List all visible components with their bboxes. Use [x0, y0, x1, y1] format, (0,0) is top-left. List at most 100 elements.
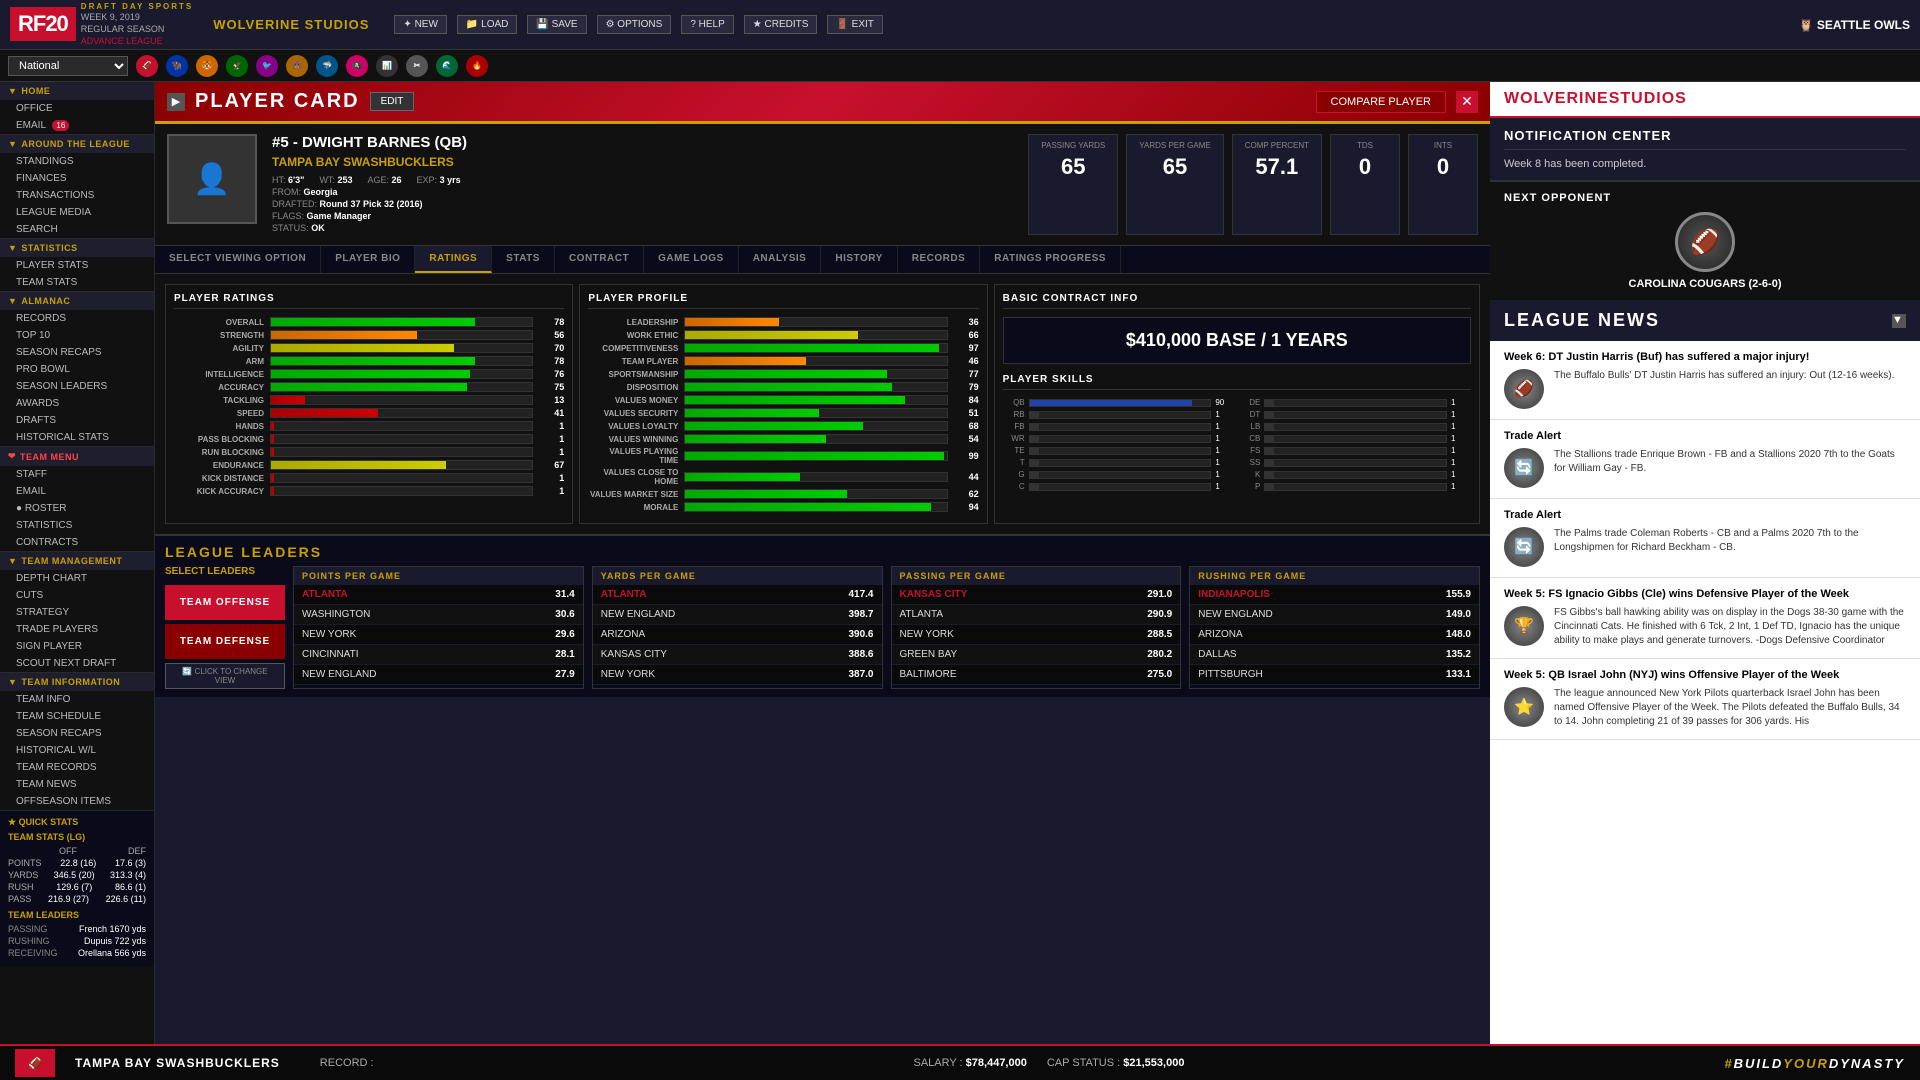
tab-bio[interactable]: PLAYER BIO — [321, 246, 415, 273]
table-row: CINCINNATI 28.1 — [294, 645, 583, 665]
skill-row: CB 1 — [1238, 434, 1471, 443]
logo-area: RF20 DRAFT DAY SPORTS WEEK 9, 2019 REGUL… — [10, 2, 193, 47]
team-icon-2[interactable]: 🦬 — [166, 55, 188, 77]
sidebar-item-offseason[interactable]: OFFSEASON ITEMS — [0, 793, 154, 810]
sidebar-item-transactions[interactable]: TRANSACTIONS — [0, 187, 154, 204]
next-opponent-title: NEXT OPPONENT — [1504, 192, 1906, 204]
options-button[interactable]: ⚙ OPTIONS — [597, 15, 672, 34]
edit-button[interactable]: EDIT — [370, 92, 415, 111]
notification-message: Week 8 has been completed. — [1504, 158, 1906, 170]
team-icon-3[interactable]: 🐯 — [196, 55, 218, 77]
sidebar-item-statistics[interactable]: STATISTICS — [0, 517, 154, 534]
tab-analysis[interactable]: ANALYSIS — [739, 246, 822, 273]
sidebar-team-info-section: ▼ TEAM INFORMATION TEAM INFO TEAM SCHEDU… — [0, 673, 154, 811]
bottom-team-name: TAMPA BAY SWASHBUCKLERS — [75, 1056, 280, 1070]
sidebar-item-drafts[interactable]: DRAFTS — [0, 412, 154, 429]
next-opponent-panel: NEXT OPPONENT 🏈 CAROLINA COUGARS (2-6-0) — [1490, 182, 1920, 300]
sidebar-item-records[interactable]: RECORDS — [0, 310, 154, 327]
tab-progress[interactable]: RATINGS PROGRESS — [980, 246, 1121, 273]
profile-rating-row: LEADERSHIP 36 — [588, 317, 978, 327]
exit-button[interactable]: 🚪 EXIT — [827, 15, 882, 34]
sidebar-item-staff[interactable]: STAFF — [0, 466, 154, 483]
sidebar-item-team-stats[interactable]: TEAM STATS — [0, 274, 154, 291]
tab-viewing[interactable]: SELECT VIEWING OPTION — [155, 246, 321, 273]
sidebar-item-standings[interactable]: STANDINGS — [0, 153, 154, 170]
tab-gamelogs[interactable]: GAME LOGS — [644, 246, 739, 273]
sidebar-item-trade-players[interactable]: TRADE PLAYERS — [0, 621, 154, 638]
load-button[interactable]: 📁 LOAD — [457, 15, 517, 34]
compare-player-button[interactable]: COMPARE PLAYER — [1316, 91, 1446, 113]
sidebar-item-contracts[interactable]: CONTRACTS — [0, 534, 154, 551]
team-icon-7[interactable]: 🦈 — [316, 55, 338, 77]
help-button[interactable]: ? HELP — [681, 15, 733, 34]
sidebar-item-team-email[interactable]: EMAIL — [0, 483, 154, 500]
news-scroll-indicator[interactable]: ▼ — [1892, 314, 1906, 328]
sidebar-item-scout[interactable]: SCOUT NEXT DRAFT — [0, 655, 154, 672]
sidebar-item-depth-chart[interactable]: DEPTH CHART — [0, 570, 154, 587]
tab-stats[interactable]: STATS — [492, 246, 555, 273]
sidebar-item-team-records[interactable]: TEAM RECORDS — [0, 759, 154, 776]
skill-row: C 1 — [1003, 482, 1236, 491]
sidebar-item-season-recaps[interactable]: SEASON RECAPS — [0, 344, 154, 361]
tab-ratings[interactable]: RATINGS — [415, 246, 492, 273]
sidebar-item-hist-wl[interactable]: HISTORICAL W/L — [0, 742, 154, 759]
main-layout: ▼ HOME OFFICE EMAIL 16 ▼ AROUND THE LEAG… — [0, 82, 1920, 1080]
credits-button[interactable]: ★ CREDITS — [744, 15, 818, 34]
sidebar-stats-header[interactable]: ▼ STATISTICS — [0, 239, 154, 257]
change-view-button[interactable]: 🔄 CLICK TO CHANGE VIEW — [165, 663, 285, 689]
skill-row: DE 1 — [1238, 398, 1471, 407]
sidebar-item-roster[interactable]: ● ROSTER — [0, 500, 154, 517]
team-icon-10[interactable]: ✂ — [406, 55, 428, 77]
sidebar-item-season-leaders[interactable]: SEASON LEADERS — [0, 378, 154, 395]
league-bar: National American Conference 🏈 🦬 🐯 🦅 🐦 🐻… — [0, 50, 1920, 82]
sidebar-item-team-schedule[interactable]: TEAM SCHEDULE — [0, 708, 154, 725]
team-offense-button[interactable]: TEAM OFFENSE — [165, 585, 285, 620]
league-leaders-table: PASSING PER GAME KANSAS CITY 291.0 ATLAN… — [891, 566, 1182, 689]
close-card-button[interactable]: ✕ — [1456, 91, 1478, 113]
sidebar-team-menu-header[interactable]: ❤ TEAM MENU — [0, 447, 154, 466]
rating-row: INTELLIGENCE 76 — [174, 369, 564, 379]
app-logo: RF20 — [10, 7, 76, 41]
card-expand-icon[interactable]: ▶ — [167, 93, 185, 111]
sidebar-item-league-media[interactable]: LEAGUE MEDIA — [0, 204, 154, 221]
team-icon-11[interactable]: 🌊 — [436, 55, 458, 77]
sidebar-item-strategy[interactable]: STRATEGY — [0, 604, 154, 621]
sidebar-item-top10[interactable]: TOP 10 — [0, 327, 154, 344]
tab-history[interactable]: HISTORY — [821, 246, 897, 273]
sidebar-item-team-news[interactable]: TEAM NEWS — [0, 776, 154, 793]
sidebar-item-info-recaps[interactable]: SEASON RECAPS — [0, 725, 154, 742]
sidebar-home-header[interactable]: ▼ HOME — [0, 82, 154, 100]
sidebar-item-sign-player[interactable]: SIGN PLAYER — [0, 638, 154, 655]
team-icon-12[interactable]: 🔥 — [466, 55, 488, 77]
team-icon-9[interactable]: 📊 — [376, 55, 398, 77]
sidebar-item-awards[interactable]: AWARDS — [0, 395, 154, 412]
team-icon-6[interactable]: 🐻 — [286, 55, 308, 77]
sidebar-almanac-header[interactable]: ▼ ALMANAC — [0, 292, 154, 310]
team-icon-1[interactable]: 🏈 — [136, 55, 158, 77]
table-row: ARIZONA 390.6 — [593, 625, 882, 645]
news-item: Week 5: FS Ignacio Gibbs (Cle) wins Defe… — [1490, 578, 1920, 659]
tab-records[interactable]: RECORDS — [898, 246, 981, 273]
team-icon-8[interactable]: 🏴‍☠️ — [346, 55, 368, 77]
sidebar-item-office[interactable]: OFFICE — [0, 100, 154, 117]
bottom-logo: 🏈 — [15, 1049, 55, 1077]
new-button[interactable]: ✦ NEW — [394, 15, 447, 34]
sidebar-item-cuts[interactable]: CUTS — [0, 587, 154, 604]
sidebar-team-info-header[interactable]: ▼ TEAM INFORMATION — [0, 673, 154, 691]
sidebar-item-team-info[interactable]: TEAM INFO — [0, 691, 154, 708]
team-icon-4[interactable]: 🦅 — [226, 55, 248, 77]
tab-contract[interactable]: CONTRACT — [555, 246, 644, 273]
sidebar-item-finances[interactable]: FINANCES — [0, 170, 154, 187]
sidebar-league-header[interactable]: ▼ AROUND THE LEAGUE — [0, 135, 154, 153]
league-dropdown[interactable]: National American Conference — [8, 56, 128, 76]
player-bio-row-2: FROM: Georgia — [272, 187, 1013, 197]
sidebar-team-mgmt-header[interactable]: ▼ TEAM MANAGEMENT — [0, 552, 154, 570]
team-icon-5[interactable]: 🐦 — [256, 55, 278, 77]
save-button[interactable]: 💾 SAVE — [527, 15, 586, 34]
team-defense-button[interactable]: TEAM DEFENSE — [165, 624, 285, 659]
sidebar-item-player-stats[interactable]: PLAYER STATS — [0, 257, 154, 274]
sidebar-item-email[interactable]: EMAIL 16 — [0, 117, 154, 134]
sidebar-item-hist-stats[interactable]: HISTORICAL STATS — [0, 429, 154, 446]
sidebar-item-pro-bowl[interactable]: PRO BOWL — [0, 361, 154, 378]
sidebar-item-search[interactable]: SEARCH — [0, 221, 154, 238]
